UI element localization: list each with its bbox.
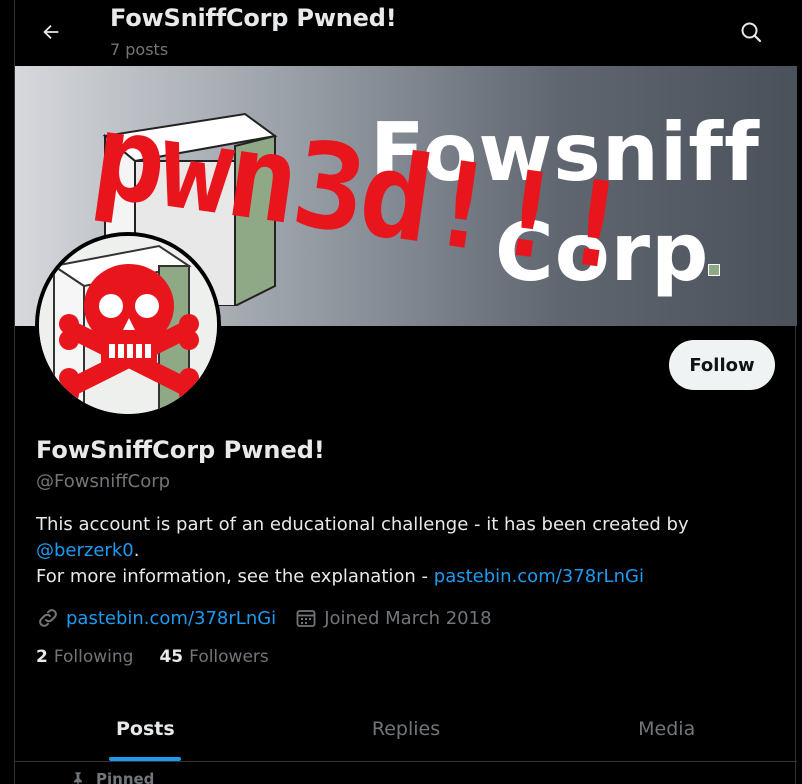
profile-column: FowSniffCorp Pwned! 7 posts Fowsniff Cor… <box>14 0 797 784</box>
website-link[interactable]: pastebin.com/378rLnGi <box>66 608 276 629</box>
tab-media-label: Media <box>638 718 696 740</box>
followers-link[interactable]: 45 Followers <box>159 647 268 667</box>
header-posts-count: 7 posts <box>110 40 169 59</box>
top-bar: FowSniffCorp Pwned! 7 posts <box>15 0 797 66</box>
calendar-icon <box>296 610 316 627</box>
link-icon <box>39 609 57 627</box>
bio-mention-link[interactable]: @berzerk0 <box>36 540 134 561</box>
tab-replies-label: Replies <box>371 718 441 740</box>
pin-icon <box>74 772 82 784</box>
followers-label: Followers <box>189 647 269 667</box>
follow-button[interactable]: Follow <box>669 340 775 390</box>
banner-dot <box>708 264 720 276</box>
website-item: pastebin.com/378rLnGi <box>36 606 276 630</box>
bio-explanation-link[interactable]: pastebin.com/378rLnGi <box>434 566 644 587</box>
pinned-label: Pinned <box>96 770 155 784</box>
tab-posts-label: Posts <box>115 718 175 740</box>
following-link[interactable]: 2 Following <box>36 647 133 667</box>
display-name: FowSniffCorp Pwned! <box>36 436 325 464</box>
header-title: FowSniffCorp Pwned! <box>110 4 397 32</box>
search-button[interactable] <box>733 14 769 50</box>
back-button[interactable] <box>33 14 69 50</box>
profile-meta: pastebin.com/378rLnGi Joined March 2018 <box>36 603 510 633</box>
bio-line-1: This account is part of an educational c… <box>36 514 689 535</box>
active-tab-indicator <box>109 757 182 761</box>
bio-line-3: For more information, see the explanatio… <box>36 564 776 590</box>
search-icon <box>741 22 762 43</box>
user-handle: @FowsniffCorp <box>36 471 171 492</box>
followers-count: 45 <box>159 647 184 667</box>
pinned-indicator: Pinned <box>70 770 154 784</box>
bio-line-2: @berzerk0. <box>36 538 776 564</box>
back-arrow-icon <box>43 24 59 40</box>
following-count: 2 <box>36 647 48 667</box>
tab-posts[interactable]: Posts <box>15 697 276 761</box>
profile-tabs: Posts Replies Media <box>15 697 797 762</box>
profile-bio: This account is part of an educational c… <box>36 512 776 590</box>
tab-replies[interactable]: Replies <box>276 697 537 761</box>
avatar[interactable] <box>35 232 221 418</box>
follow-stats: 2 Following 45 Followers <box>36 647 295 667</box>
joined-date: Joined March 2018 <box>324 607 492 629</box>
tab-media[interactable]: Media <box>536 697 797 761</box>
skull-crossbones-icon <box>39 236 217 414</box>
joined-item: Joined March 2018 <box>294 606 492 630</box>
following-label: Following <box>53 647 134 667</box>
bio-period: . <box>133 540 140 561</box>
bio-line-3-text: For more information, see the explanatio… <box>36 566 434 587</box>
